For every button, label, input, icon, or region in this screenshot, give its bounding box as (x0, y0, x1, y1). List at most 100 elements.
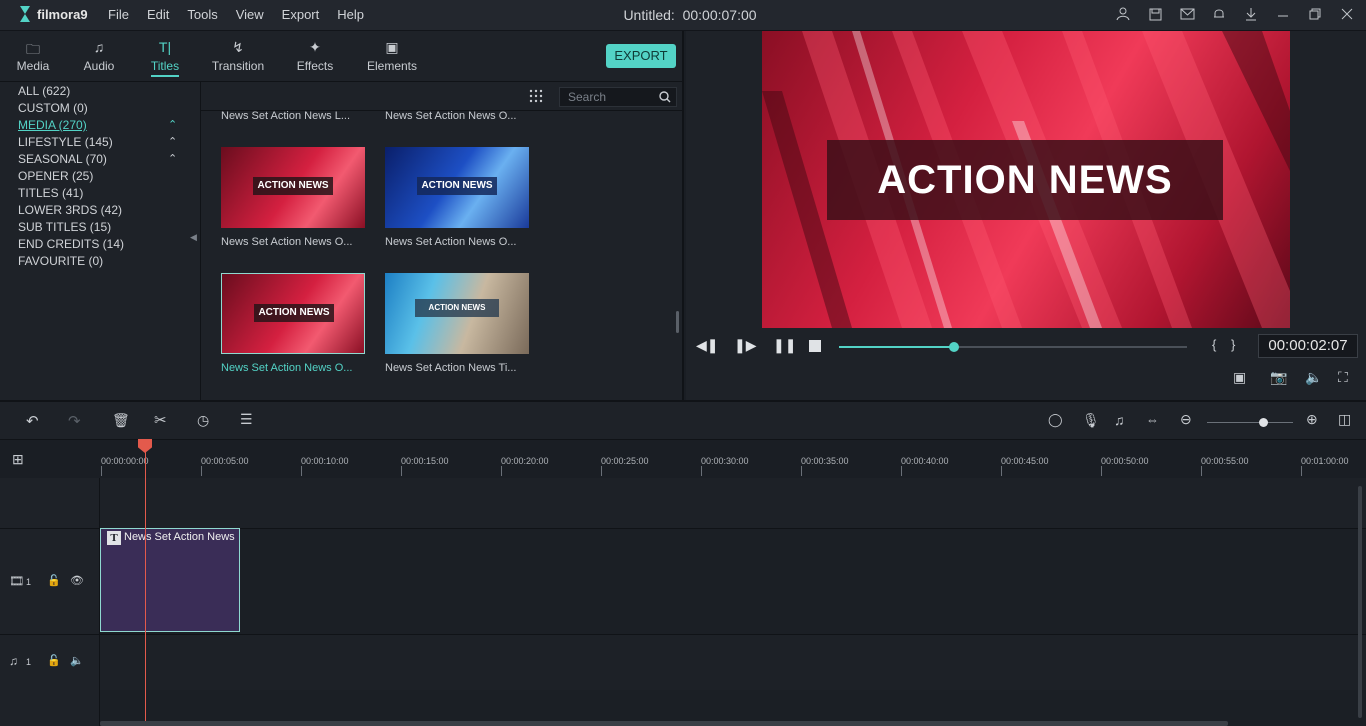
ruler-tick-label: 00:00:25:00 (601, 456, 649, 466)
category-media[interactable]: MEDIA (270) (18, 118, 87, 132)
pause-icon[interactable]: ❚❚ (773, 337, 796, 354)
zoom-in-icon[interactable]: ⊕ (1306, 411, 1318, 428)
restore-icon[interactable] (1306, 5, 1324, 23)
preview-video[interactable]: ACTION NEWS (762, 31, 1290, 328)
tab-effects[interactable]: ✦ Effects (278, 31, 352, 81)
collapse-panel-icon[interactable]: ◀ (190, 232, 197, 243)
zoom-out-icon[interactable]: ⊖ (1180, 411, 1192, 428)
ruler-tick-label: 00:00:55:00 (1201, 456, 1249, 466)
play-icon[interactable]: ❚▶ (734, 337, 757, 354)
preview-title-text: ACTION NEWS (827, 140, 1223, 220)
chevron-up-icon[interactable]: ⌃ (168, 152, 177, 165)
library-toolbar: Search (201, 81, 684, 111)
timeline-horizontal-scrollbar[interactable] (100, 721, 1228, 726)
timeline-vertical-scrollbar[interactable] (1358, 486, 1362, 718)
panel-divider (200, 81, 201, 400)
category-custom[interactable]: CUSTOM (0) (18, 101, 88, 115)
add-track-icon[interactable]: ⊞ (12, 451, 24, 468)
category-all[interactable]: ALL (622) (18, 84, 70, 98)
user-icon[interactable] (1114, 5, 1132, 23)
library-tabs: 🗀 Media ♫ Audio T| Titles ↯ Transition ✦ Effe… (0, 31, 684, 81)
category-lifestyle[interactable]: LIFESTYLE (145) (18, 135, 113, 149)
timeline-ruler[interactable]: ⊞ 00:00:00:00 00:00:05:00 00:00:10:00 00:00… (0, 440, 1366, 478)
cut-icon[interactable]: ✂ (154, 411, 167, 429)
thumbnail-label[interactable]: News Set Action News O... (385, 110, 516, 122)
menu-tools[interactable]: Tools (187, 7, 217, 22)
ruler-tick-mark (601, 466, 602, 476)
grid-view-icon[interactable] (529, 89, 543, 103)
menu-view[interactable]: View (236, 7, 264, 22)
voiceover-list-icon[interactable]: ♫ (1114, 412, 1125, 428)
category-end-credits[interactable]: END CREDITS (14) (18, 237, 124, 251)
adjust-icon[interactable]: ☰ (240, 411, 253, 428)
title-thumbnail[interactable]: ACTION NEWS (221, 147, 365, 228)
title-thumbnail-selected[interactable]: ACTION NEWS (221, 273, 365, 354)
ruler-tick-mark (301, 466, 302, 476)
title-thumbnail[interactable]: ACTION NEWS (385, 273, 529, 354)
tab-elements[interactable]: ▣ Elements (352, 31, 432, 81)
speed-icon[interactable]: ◷ (197, 412, 209, 429)
previous-frame-icon[interactable]: ◀❚ (696, 337, 719, 354)
category-favourite[interactable]: FAVOURITE (0) (18, 254, 103, 268)
menu-export[interactable]: Export (282, 7, 320, 22)
zoom-slider-handle[interactable] (1258, 418, 1268, 427)
mark-in-icon[interactable]: { (1212, 337, 1216, 352)
category-sub-titles[interactable]: SUB TITLES (15) (18, 220, 111, 234)
volume-icon[interactable]: 🔈 (1305, 369, 1322, 386)
tab-media[interactable]: 🗀 Media (0, 31, 66, 81)
zoom-slider-track[interactable] (1207, 422, 1293, 423)
panel-layout-icon[interactable]: ◫ (1338, 411, 1351, 428)
thumbnail-label[interactable]: News Set Action News L... (221, 110, 350, 122)
playback-progress-handle[interactable] (948, 342, 959, 352)
menu-edit[interactable]: Edit (147, 7, 169, 22)
fit-timeline-icon[interactable]: ⇔ (1146, 412, 1159, 427)
category-titles[interactable]: TITLES (41) (18, 186, 83, 200)
category-lower-thirds[interactable]: LOWER 3RDS (42) (18, 203, 122, 217)
mark-out-icon[interactable]: } (1231, 337, 1235, 352)
delete-icon[interactable]: 🗑 (112, 412, 130, 429)
chevron-up-icon[interactable]: ⌃ (168, 118, 177, 131)
close-icon[interactable] (1338, 5, 1356, 23)
category-seasonal[interactable]: SEASONAL (70) (18, 152, 107, 166)
stop-icon[interactable] (809, 340, 821, 352)
playhead-line[interactable] (145, 440, 146, 722)
export-button[interactable]: EXPORT (606, 44, 676, 68)
microphone-icon[interactable]: 🎙 (1082, 412, 1100, 429)
marker-icon[interactable]: ◯ (1048, 412, 1063, 428)
undo-icon[interactable]: ↶ (26, 412, 39, 430)
chevron-up-icon[interactable]: ⌃ (168, 135, 177, 148)
thumbnail-label[interactable]: News Set Action News Ti... (385, 362, 516, 374)
download-icon[interactable] (1242, 5, 1260, 23)
render-settings-icon[interactable]: ▣ (1233, 369, 1246, 386)
ruler-tick-mark (1201, 466, 1202, 476)
menu-file[interactable]: File (108, 7, 129, 22)
lock-icon[interactable]: 🔓 (47, 654, 61, 667)
thumbnail-label[interactable]: News Set Action News O... (221, 362, 352, 374)
snapshot-icon[interactable]: 📷 (1270, 369, 1287, 386)
search-icon[interactable] (659, 91, 671, 103)
ruler-tick-label: 00:00:35:00 (801, 456, 849, 466)
lock-icon[interactable]: 🔓 (47, 574, 61, 587)
fullscreen-icon[interactable]: ⛶ (1338, 369, 1348, 386)
tab-audio[interactable]: ♫ Audio (66, 31, 132, 81)
library-scrollbar[interactable] (676, 311, 679, 333)
category-opener[interactable]: OPENER (25) (18, 169, 93, 183)
ruler-tick-mark (501, 466, 502, 476)
timeline-clip[interactable]: T News Set Action News O (100, 528, 240, 632)
menu-help[interactable]: Help (337, 7, 364, 22)
title-bar: filmora9 File Edit Tools View Export Hel… (0, 0, 1366, 31)
eye-icon[interactable]: 👁 (70, 574, 84, 587)
save-icon[interactable] (1146, 5, 1164, 23)
title-thumbnail[interactable]: ACTION NEWS (385, 147, 529, 228)
thumbnail-label[interactable]: News Set Action News O... (221, 236, 352, 248)
redo-icon[interactable]: ↷ (68, 412, 81, 430)
notification-icon[interactable] (1210, 5, 1228, 23)
ruler-tick-mark (1001, 466, 1002, 476)
mail-icon[interactable] (1178, 5, 1196, 23)
tab-transition[interactable]: ↯ Transition (198, 31, 278, 81)
minimize-icon[interactable] (1274, 5, 1292, 23)
thumbnail-label[interactable]: News Set Action News O... (385, 236, 516, 248)
speaker-icon[interactable]: 🔈 (70, 654, 84, 667)
tab-titles[interactable]: T| Titles (132, 31, 198, 81)
music-note-icon: ♫ (9, 654, 18, 668)
